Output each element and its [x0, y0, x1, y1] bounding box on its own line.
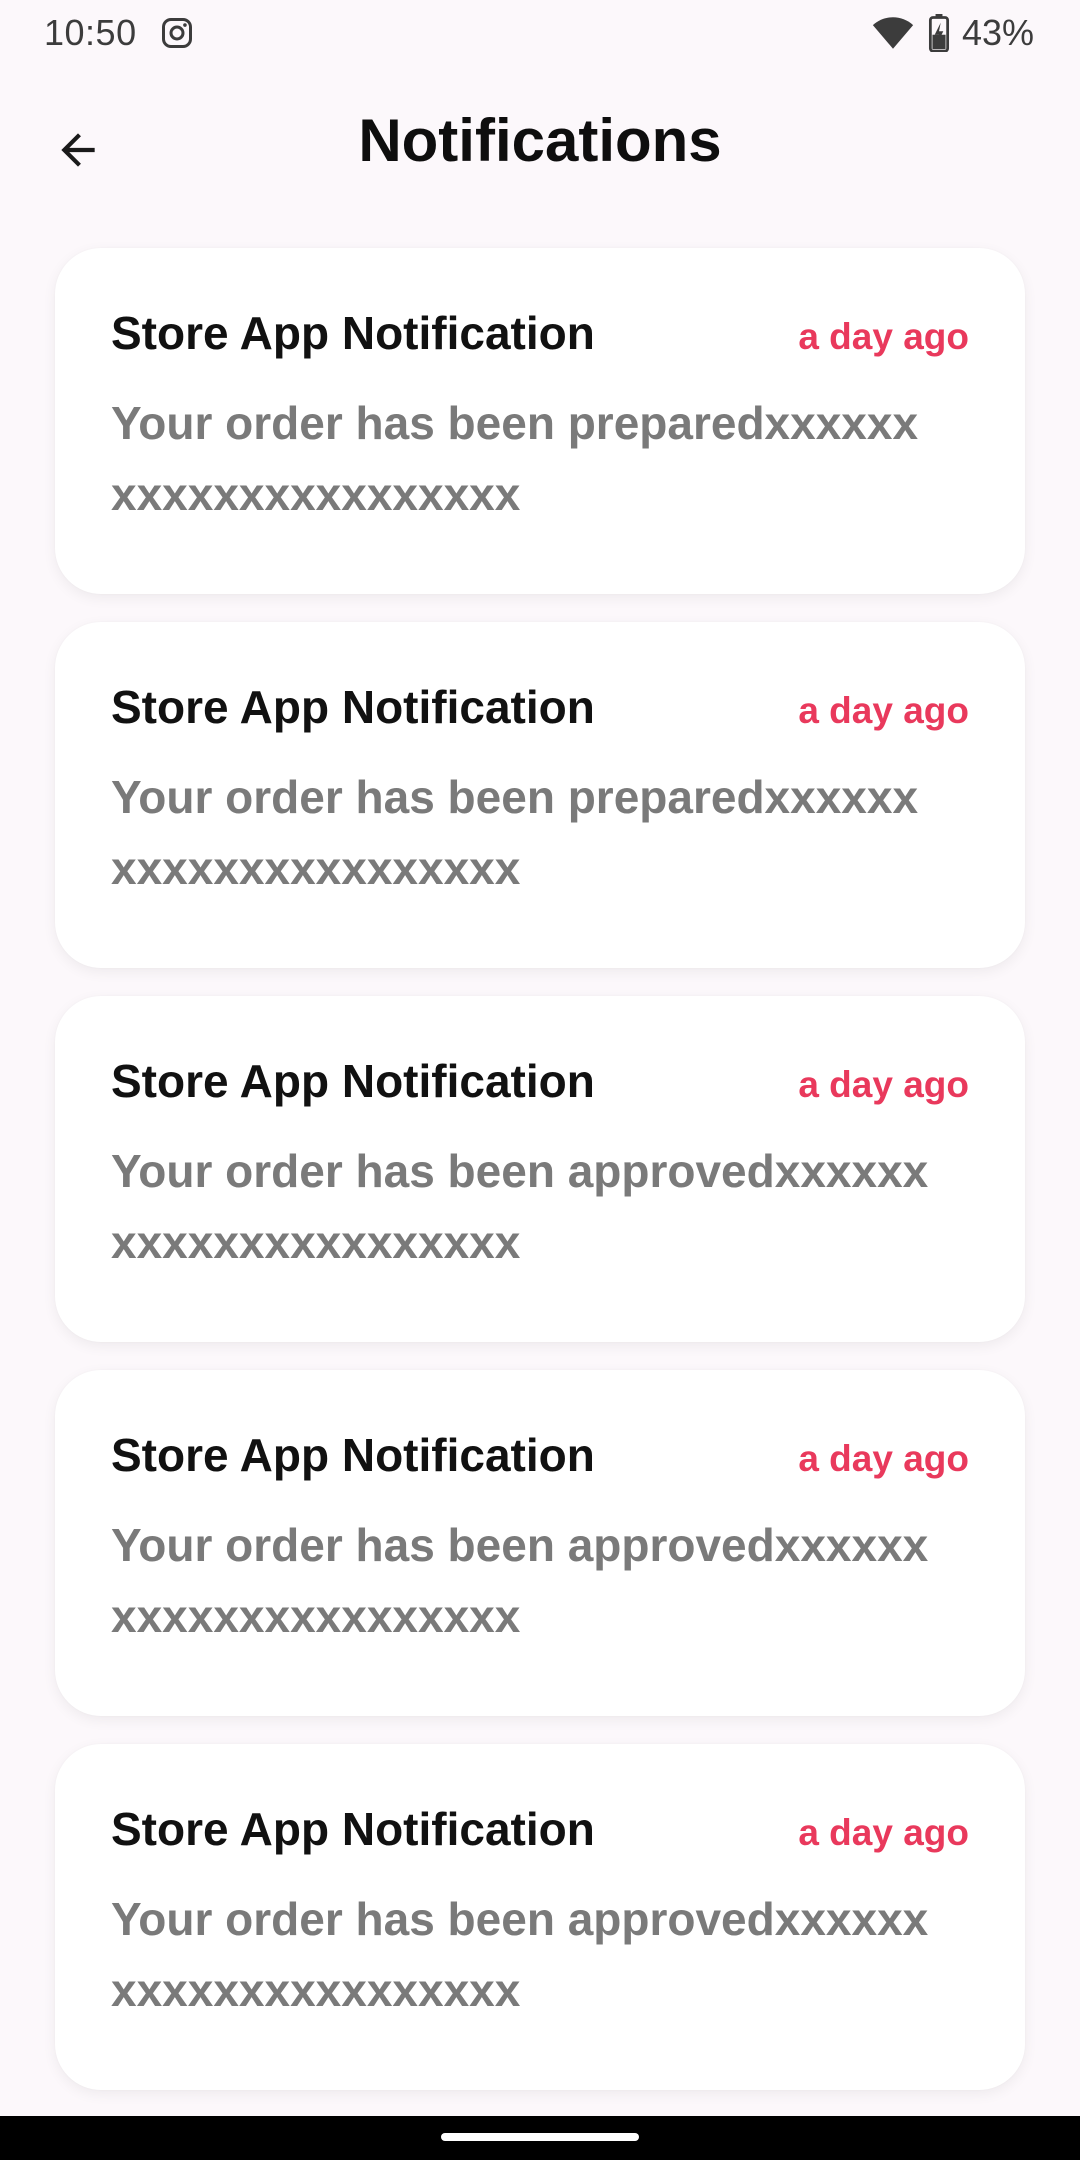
notification-card[interactable]: Store App Notification a day ago Your or… [55, 1744, 1025, 2090]
notification-card[interactable]: Store App Notification a day ago Your or… [55, 622, 1025, 968]
system-navigation-bar [0, 2116, 1080, 2160]
notification-body: Your order has been preparedxxxxxxxxxxxx… [111, 771, 919, 894]
status-left: 10:50 [44, 12, 195, 54]
notification-title: Store App Notification [111, 681, 595, 733]
status-time: 10:50 [44, 12, 137, 53]
page-title: Notifications [358, 107, 722, 174]
notification-card[interactable]: Store App Notification a day ago Your or… [55, 996, 1025, 1342]
notification-time: a day ago [798, 690, 969, 731]
notification-list: Store App Notification a day ago Your or… [55, 248, 1025, 2118]
notification-header: Store App Notification a day ago [111, 306, 969, 360]
notification-header: Store App Notification a day ago [111, 1428, 969, 1482]
notification-body: Your order has been preparedxxxxxxxxxxxx… [111, 397, 919, 520]
notifications-screen: 10:50 43% Notifications Store App Notifi… [0, 0, 1080, 2160]
notification-header: Store App Notification a day ago [111, 1802, 969, 1856]
notification-card[interactable]: Store App Notification a day ago Your or… [55, 248, 1025, 594]
notification-title: Store App Notification [111, 1055, 595, 1107]
notification-time: a day ago [798, 1064, 969, 1105]
notification-body: Your order has been approvedxxxxxxxxxxxx… [111, 1893, 929, 2016]
notification-title: Store App Notification [111, 1803, 595, 1855]
notification-header: Store App Notification a day ago [111, 1054, 969, 1108]
notification-title: Store App Notification [111, 307, 595, 359]
notification-time: a day ago [798, 1812, 969, 1853]
notification-title: Store App Notification [111, 1429, 595, 1481]
notification-time: a day ago [798, 1438, 969, 1479]
app-bar: Notifications [0, 66, 1080, 216]
battery-charging-icon [928, 14, 949, 52]
status-right: 43% [872, 12, 1034, 54]
notification-body: Your order has been approvedxxxxxxxxxxxx… [111, 1519, 929, 1642]
home-indicator[interactable] [441, 2133, 639, 2141]
wifi-icon [872, 17, 914, 49]
notification-time: a day ago [798, 316, 969, 357]
instagram-icon [161, 18, 192, 48]
notification-body: Your order has been approvedxxxxxxxxxxxx… [111, 1145, 929, 1268]
battery-percentage: 43% [961, 12, 1034, 53]
status-bar: 10:50 43% [0, 0, 1080, 66]
notification-card[interactable]: Store App Notification a day ago Your or… [55, 1370, 1025, 1716]
notification-header: Store App Notification a day ago [111, 680, 969, 734]
